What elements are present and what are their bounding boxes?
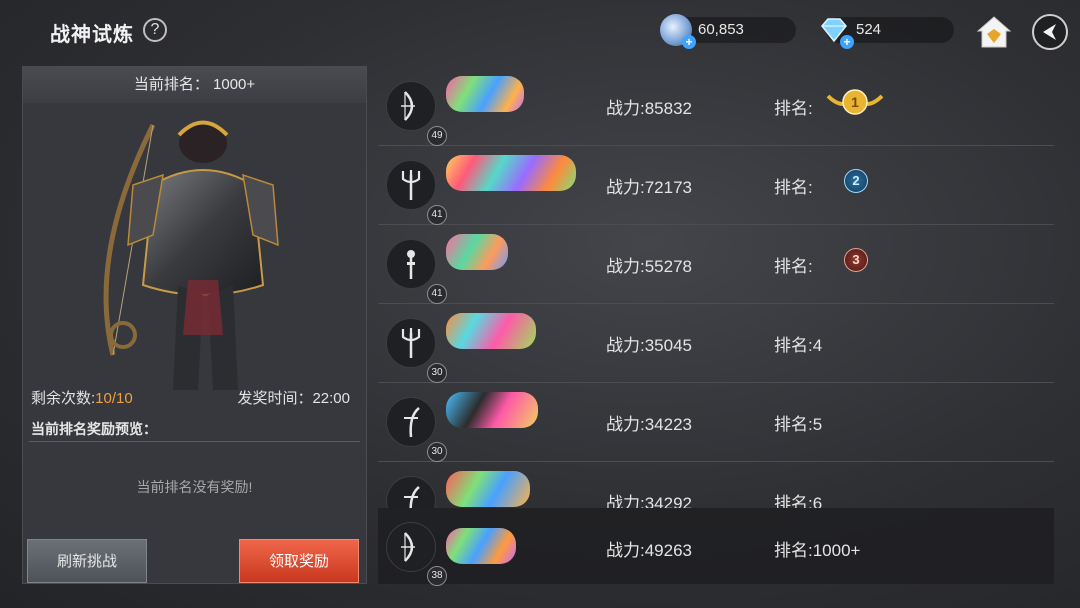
sword-icon [404,486,420,508]
level-badge: 41 [427,205,447,225]
player-name-obscured [446,528,516,564]
rank-value: 排名: [774,99,813,118]
back-arrow-icon [1043,24,1056,40]
rank-value: 排名: [774,178,813,197]
combat-power: 战力:34223 [606,415,692,434]
player-avatar[interactable]: 41 [386,160,447,225]
diamond-currency[interactable]: + 524 [821,17,954,49]
refresh-challenge-button[interactable]: 刷新挑战 [27,539,147,583]
combat-power: 战力:85832 [606,99,692,118]
player-avatar[interactable] [386,476,436,508]
combat-power: 战力:72173 [606,178,692,197]
rank-value: 排名: [774,257,813,276]
rank-value: 排名:1000+ [774,541,861,560]
level-badge: 30 [427,363,447,383]
level-badge: 41 [427,284,447,304]
diamond-icon: + [818,14,854,49]
player-avatar[interactable]: 30 [386,397,447,462]
player-name-obscured [446,155,576,191]
ranking-row[interactable]: 41 战力:72173 排名: 2 [378,145,1054,225]
points-currency[interactable]: + 60,853 [660,14,796,49]
player-avatar[interactable]: 30 [386,318,447,383]
ranking-row[interactable]: 49 战力:85832 排名: 1 [378,66,1054,146]
gold-medal-icon: 1 [826,89,884,115]
page-title: 战神试炼 [50,24,134,46]
claim-reward-button[interactable]: 领取奖励 [239,539,359,583]
ranking-row[interactable]: 30 战力:34223 排名:5 [378,382,1054,462]
rank-badge: 3 [844,248,868,272]
rank-value: 排名:4 [774,336,823,355]
player-avatar[interactable]: 49 [386,81,447,146]
help-button[interactable]: ? [143,18,167,42]
stats-row: 剩余次数:10/10 发奖时间：22:00 [23,383,366,409]
remaining-value: 10/10 [95,390,133,407]
remaining-label: 剩余次数: [31,390,96,407]
reward-preview-title: 当前排名奖励预览： [31,421,157,437]
trident-icon [401,170,421,200]
level-badge: 30 [427,442,447,462]
ranking-row[interactable]: 30 战力:35045 排名:4 [378,303,1054,383]
current-rank: 当前排名： 1000+ [23,67,366,103]
home-icon [976,16,1012,48]
player-avatar[interactable]: 41 [386,239,447,304]
remaining-attempts: 剩余次数:10/10 [31,387,133,408]
bow-icon [401,91,415,121]
home-button[interactable] [976,15,1012,49]
trident-icon [401,328,421,358]
points-value: 60,853 [698,21,744,38]
rank-badge: 2 [844,169,868,193]
player-name-obscured [446,392,538,428]
combat-power: 战力:34292 [606,494,692,508]
player-name-obscured [446,313,536,349]
divider [29,441,360,442]
bow-icon [401,532,415,562]
combat-power: 战力:35045 [606,336,692,355]
level-badge: 49 [427,126,447,146]
add-diamond-icon[interactable]: + [840,35,854,49]
points-coin-icon: + [660,14,696,49]
player-name-obscured [446,234,508,270]
diamond-value: 524 [856,21,882,38]
medal-rank-number: 1 [851,94,859,110]
my-ranking-row: 38 战力:49263 排名:1000+ [378,508,1054,586]
combat-power: 战力:55278 [606,257,692,276]
ranking-list[interactable]: 49 战力:85832 排名: 1 41 战力:72173 排名: 2 41 战力:55278 排名… [378,66,1054,508]
no-reward-message: 当前排名没有奖励! [136,479,253,495]
combat-power: 战力:49263 [606,541,692,560]
ranking-row[interactable]: 战力:34292 排名:6 [378,461,1054,508]
player-name-obscured [446,76,524,112]
add-points-icon[interactable]: + [682,35,696,49]
rank-value: 排名:6 [774,494,823,508]
back-button[interactable] [1032,14,1068,50]
player-avatar[interactable]: 38 [386,522,447,586]
rank-value: 排名:5 [774,415,823,434]
staff-icon [407,250,415,279]
warrior-character-image [103,120,279,390]
reward-time: 发奖时间：22:00 [237,390,350,407]
sword-icon [404,407,420,438]
ranking-row[interactable]: 41 战力:55278 排名: 3 [378,224,1054,304]
level-badge: 38 [427,566,447,586]
player-panel: 当前排名： 1000+ 剩余次数:10/10 发奖时间：22:00 当前排名奖励… [22,66,367,584]
player-name-obscured [446,471,530,507]
